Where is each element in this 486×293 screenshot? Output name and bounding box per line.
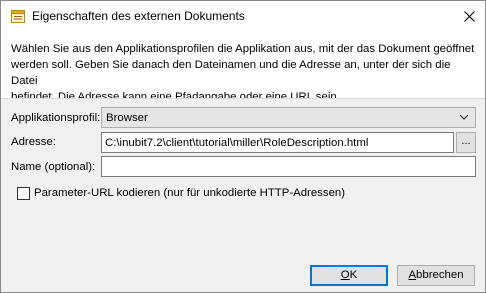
description-line: werden soll. Geben Sie danach den Datein…	[11, 59, 451, 87]
document-properties-icon	[11, 10, 25, 23]
name-field[interactable]	[101, 156, 476, 177]
close-icon[interactable]	[463, 11, 475, 22]
encode-url-label[interactable]: Parameter-URL kodieren (nur für unkodier…	[34, 186, 345, 200]
close-button[interactable]	[453, 1, 485, 32]
ok-mnemonic: O	[340, 269, 350, 281]
title-bar: Eigenschaften des externen Dokuments	[1, 1, 485, 32]
address-value: C:\inubit7.2\client\tutorial\miller\Role…	[105, 137, 369, 149]
address-label: Adresse:	[11, 136, 56, 148]
window-title: Eigenschaften des externen Dokuments	[32, 9, 245, 23]
profile-label: Applikationsprofil:	[11, 112, 101, 124]
ok-label: K	[349, 269, 358, 281]
button-bar: OK Abbrechen	[1, 256, 485, 292]
encode-url-option: Parameter-URL kodieren (nur für unkodier…	[17, 186, 345, 200]
ok-button[interactable]: OK	[310, 265, 388, 286]
chevron-down-icon	[459, 114, 469, 120]
profile-select-value: Browser	[106, 112, 148, 124]
profile-select[interactable]: Browser	[101, 107, 476, 128]
address-field[interactable]: C:\inubit7.2\client\tutorial\miller\Role…	[101, 132, 454, 153]
encode-url-checkbox[interactable]	[17, 186, 30, 200]
description-text: Wählen Sie aus den Applikationsprofilen …	[1, 32, 485, 103]
description-line: Wählen Sie aus den Applikationsprofilen …	[11, 43, 475, 55]
cancel-mnemonic: A	[408, 269, 417, 281]
cancel-label: bbrechen	[416, 269, 464, 281]
dialog-window: Eigenschaften des externen Dokuments Wäh…	[0, 0, 486, 293]
form-area: Applikationsprofil: Browser Adresse: C:\…	[1, 98, 485, 256]
browse-button[interactable]: ...	[456, 132, 476, 153]
name-label: Name (optional):	[11, 161, 96, 173]
cancel-button[interactable]: Abbrechen	[397, 265, 475, 286]
